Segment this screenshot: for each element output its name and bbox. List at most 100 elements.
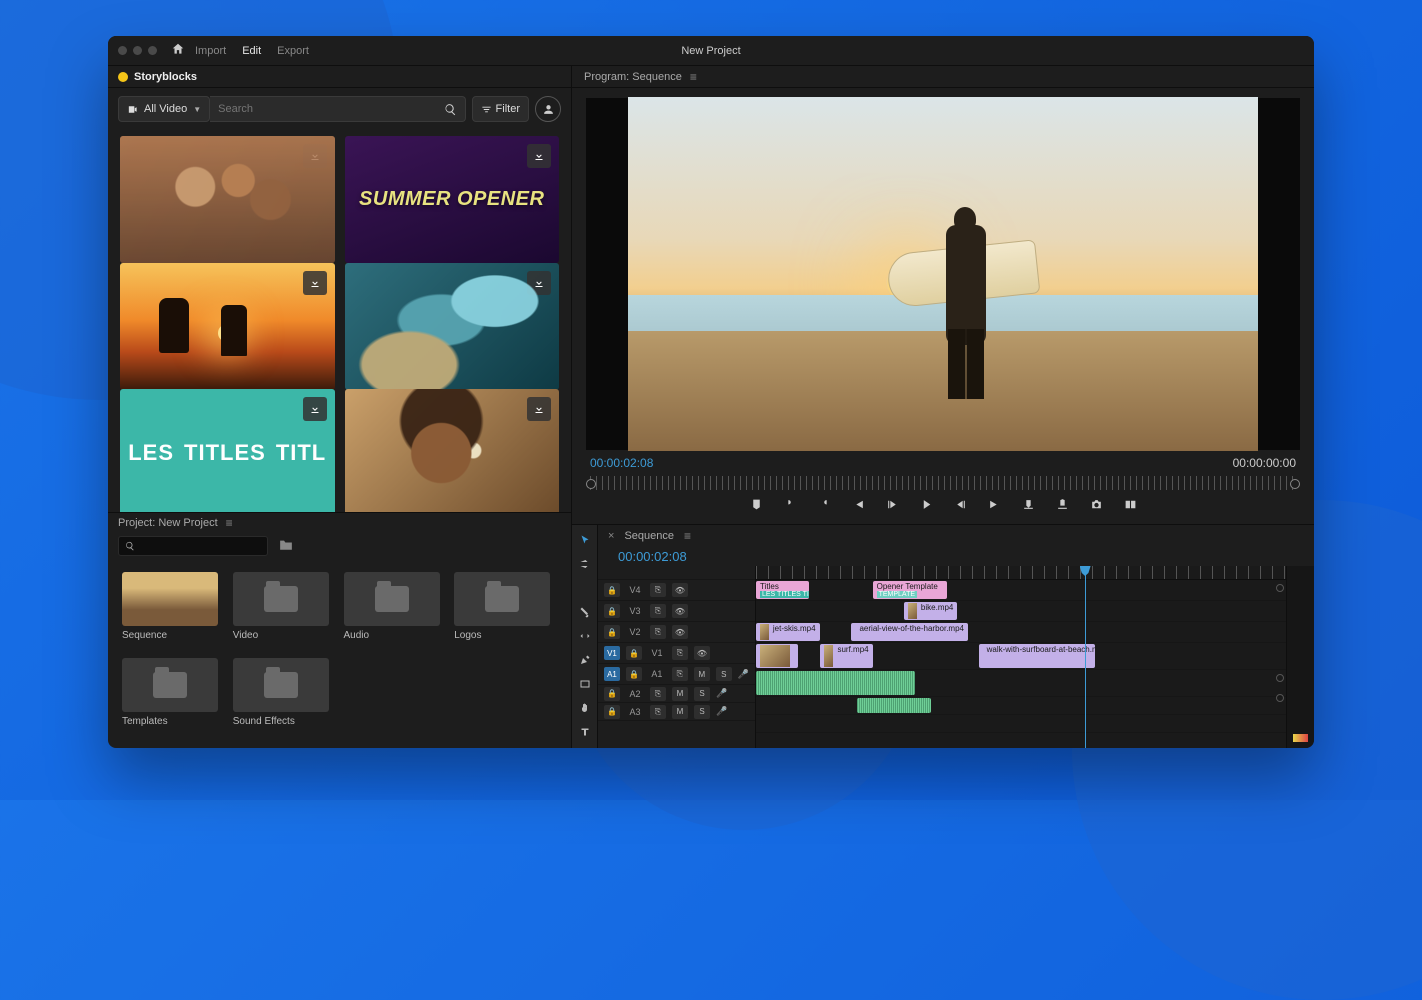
search-input[interactable]	[218, 103, 437, 115]
home-icon[interactable]	[171, 42, 185, 59]
close-icon[interactable]: ×	[608, 530, 614, 542]
stock-thumb[interactable]	[120, 136, 335, 263]
audio-clip[interactable]	[756, 671, 915, 695]
add-marker-button[interactable]	[748, 496, 764, 512]
lock-icon[interactable]: 🔒	[604, 625, 620, 639]
clip[interactable]: aerial-view-of-the-harbor.mp4	[851, 623, 968, 641]
source-patch[interactable]: A1	[604, 667, 620, 681]
eye-icon[interactable]: 👁	[672, 583, 688, 597]
sync-lock-icon[interactable]: ⎘	[650, 705, 666, 719]
stock-thumb[interactable]	[120, 263, 335, 390]
timeline-ruler[interactable]	[756, 566, 1286, 580]
hand-tool[interactable]	[578, 701, 592, 715]
menu-import[interactable]: Import	[195, 45, 226, 57]
bin-sound-effects[interactable]: Sound Effects	[229, 654, 340, 740]
program-scrubber[interactable]	[590, 476, 1296, 490]
bin-logos[interactable]: Logos	[450, 568, 561, 654]
go-to-out-button[interactable]	[986, 496, 1002, 512]
bin-templates[interactable]: Templates	[118, 654, 229, 740]
lane-a1[interactable]	[756, 670, 1286, 697]
panel-menu-icon[interactable]: ≡	[226, 516, 233, 530]
folder-icon[interactable]	[278, 538, 294, 554]
panel-menu-icon[interactable]: ≡	[690, 70, 697, 84]
solo-toggle[interactable]: S	[694, 705, 710, 719]
timeline-timecode[interactable]: 00:00:02:08	[598, 547, 1314, 566]
track-select-tool[interactable]	[578, 557, 592, 571]
clip[interactable]: bike.mp4	[904, 602, 957, 620]
project-search[interactable]	[118, 536, 268, 556]
program-timecode-left[interactable]: 00:00:02:08	[590, 456, 653, 470]
export-frame-button[interactable]	[1088, 496, 1104, 512]
sync-lock-icon[interactable]: ⎘	[650, 604, 666, 618]
clip[interactable]: Opener TemplateTEMPLATE	[873, 581, 947, 599]
rectangle-tool[interactable]	[578, 677, 592, 691]
go-to-in-button[interactable]	[850, 496, 866, 512]
sync-lock-icon[interactable]: ⎘	[650, 687, 666, 701]
bin-audio[interactable]: Audio	[340, 568, 451, 654]
lane-v4[interactable]: TitlesLES TITLES TITL Opener TemplateTEM…	[756, 580, 1286, 601]
sequence-tab[interactable]: Sequence	[624, 530, 674, 542]
scroll-handle[interactable]	[1276, 694, 1284, 702]
clip[interactable]: walk-with-surfboard-at-beach.mp4	[979, 644, 1096, 668]
lock-icon[interactable]: 🔒	[604, 583, 620, 597]
lane-a3[interactable]	[756, 715, 1286, 733]
panel-menu-icon[interactable]: ≡	[684, 529, 691, 543]
sync-lock-icon[interactable]: ⎘	[672, 667, 688, 681]
audio-clip[interactable]	[857, 698, 931, 713]
window-controls[interactable]	[118, 46, 157, 55]
stock-thumb[interactable]	[345, 389, 560, 512]
mark-out-button[interactable]	[816, 496, 832, 512]
slip-tool[interactable]	[578, 629, 592, 643]
timeline-tracks[interactable]: TitlesLES TITLES TITL Opener TemplateTEM…	[756, 566, 1286, 748]
bin-sequence[interactable]: Sequence	[118, 568, 229, 654]
media-type-dropdown[interactable]: All Video ▼	[118, 96, 210, 122]
menu-edit[interactable]: Edit	[242, 45, 261, 57]
track-header-v1[interactable]: V1🔒V1⎘👁	[598, 643, 755, 664]
eye-icon[interactable]: 👁	[672, 604, 688, 618]
sync-lock-icon[interactable]: ⎘	[672, 646, 688, 660]
lock-icon[interactable]: 🔒	[604, 687, 620, 701]
track-header-v3[interactable]: 🔒V3⎘👁	[598, 601, 755, 622]
source-patch[interactable]: V1	[604, 646, 620, 660]
download-icon[interactable]	[303, 271, 327, 295]
sync-lock-icon[interactable]: ⎘	[650, 583, 666, 597]
razor-tool[interactable]	[578, 605, 592, 619]
lock-icon[interactable]: 🔒	[626, 667, 642, 681]
stock-thumb[interactable]	[345, 263, 560, 390]
search-icon[interactable]	[444, 103, 457, 116]
sync-lock-icon[interactable]: ⎘	[650, 625, 666, 639]
download-icon[interactable]	[303, 144, 327, 168]
program-viewer[interactable]	[586, 98, 1300, 450]
extract-button[interactable]	[1054, 496, 1070, 512]
clip[interactable]: surf.mp4	[820, 644, 873, 668]
eye-icon[interactable]: 👁	[672, 625, 688, 639]
type-tool[interactable]	[578, 725, 592, 739]
mute-toggle[interactable]: M	[672, 705, 688, 719]
track-header-a3[interactable]: 🔒A3⎘MS🎤	[598, 703, 755, 721]
mark-in-button[interactable]	[782, 496, 798, 512]
clip[interactable]: jet-skis.mp4	[756, 623, 820, 641]
play-button[interactable]	[918, 496, 934, 512]
scroll-handle[interactable]	[1276, 674, 1284, 682]
lane-v2[interactable]: jet-skis.mp4 aerial-view-of-the-harbor.m…	[756, 622, 1286, 643]
pen-tool[interactable]	[578, 653, 592, 667]
step-back-button[interactable]	[884, 496, 900, 512]
step-forward-button[interactable]	[952, 496, 968, 512]
comparison-button[interactable]	[1122, 496, 1138, 512]
track-header-v2[interactable]: 🔒V2⎘👁	[598, 622, 755, 643]
download-icon[interactable]	[527, 144, 551, 168]
program-timecode-right[interactable]: 00:00:00:00	[1233, 456, 1296, 470]
track-header-v4[interactable]: 🔒V4⎘👁	[598, 580, 755, 601]
download-icon[interactable]	[303, 397, 327, 421]
lock-icon[interactable]: 🔒	[626, 646, 642, 660]
track-header-a2[interactable]: 🔒A2⎘MS🎤	[598, 685, 755, 703]
lane-v3[interactable]: bike.mp4	[756, 601, 1286, 622]
stock-thumb[interactable]: LES TITLES TITL	[120, 389, 335, 512]
account-button[interactable]	[535, 96, 561, 122]
lock-icon[interactable]: 🔒	[604, 705, 620, 719]
bin-video[interactable]: Video	[229, 568, 340, 654]
mute-toggle[interactable]: M	[672, 687, 688, 701]
menu-export[interactable]: Export	[277, 45, 309, 57]
solo-toggle[interactable]: S	[694, 687, 710, 701]
lift-button[interactable]	[1020, 496, 1036, 512]
